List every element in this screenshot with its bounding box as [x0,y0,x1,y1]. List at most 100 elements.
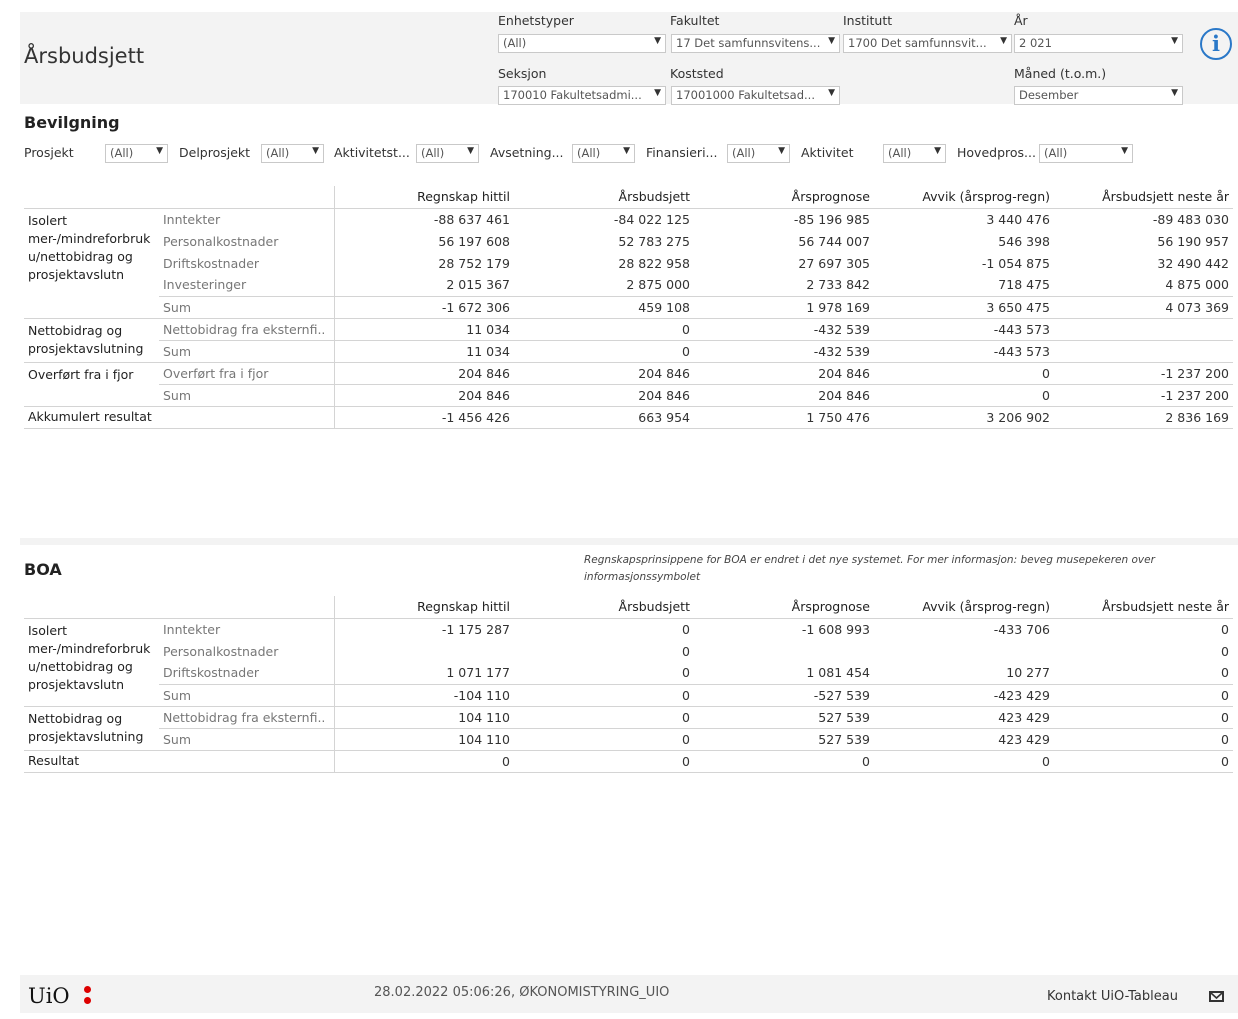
table-cell[interactable]: 0 [1054,662,1233,684]
table-cell[interactable]: 0 [514,617,694,640]
table-cell[interactable]: 0 [1054,683,1233,706]
table-cell[interactable]: 2 733 842 [694,274,874,296]
contact-link[interactable]: Kontakt UiO-Tableau [1047,989,1178,1004]
table-cell[interactable]: 56 190 957 [1054,230,1233,252]
maned-dropdown[interactable]: Desember ▼ [1014,86,1183,105]
table-cell[interactable]: 3 440 476 [874,207,1054,230]
table-cell[interactable]: 0 [694,749,874,773]
table-cell[interactable]: 2 836 169 [1054,405,1233,429]
table-cell[interactable]: 204 846 [333,361,514,384]
table-cell[interactable]: 423 429 [874,727,1054,750]
table-cell[interactable]: 0 [1054,749,1233,773]
table-cell[interactable]: 546 398 [874,230,1054,252]
table-cell[interactable] [333,640,514,662]
table-cell[interactable]: 11 034 [333,317,514,340]
table-cell[interactable]: 1 978 169 [694,295,874,318]
table-cell[interactable]: 0 [1054,640,1233,662]
table-cell[interactable]: 423 429 [874,705,1054,728]
column-header[interactable]: Årsbudsjett neste år [1054,596,1233,618]
table-cell[interactable]: 0 [1054,617,1233,640]
table-cell[interactable] [1054,317,1233,340]
seksjon-dropdown[interactable]: 170010 Fakultetsadmi... ▼ [498,86,666,105]
table-cell[interactable]: 1 750 476 [694,405,874,429]
table-cell[interactable]: -89 483 030 [1054,207,1233,230]
table-cell[interactable]: 527 539 [694,727,874,750]
table-cell[interactable]: 52 783 275 [514,230,694,252]
column-header[interactable]: Regnskap hittil [333,186,514,208]
table-cell[interactable]: 104 110 [333,705,514,728]
table-cell[interactable]: 0 [874,383,1054,406]
table-cell[interactable]: -84 022 125 [514,207,694,230]
table-cell[interactable] [1054,339,1233,362]
column-header[interactable]: Årsbudsjett [514,186,694,208]
table-cell[interactable]: -1 054 875 [874,252,1054,274]
table-cell[interactable]: -1 456 426 [333,405,514,429]
table-cell[interactable]: 56 197 608 [333,230,514,252]
table-cell[interactable]: 204 846 [694,361,874,384]
table-cell[interactable]: 1 071 177 [333,662,514,684]
table-cell[interactable]: 4 875 000 [1054,274,1233,296]
table-cell[interactable]: 663 954 [514,405,694,429]
table-cell[interactable]: -1 237 200 [1054,383,1233,406]
table-cell[interactable]: -423 429 [874,683,1054,706]
mail-icon[interactable] [1209,991,1224,1002]
prosjekt-dropdown[interactable]: (All) ▼ [105,144,168,163]
table-cell[interactable]: -527 539 [694,683,874,706]
table-cell[interactable]: 0 [514,727,694,750]
column-header[interactable]: Årsprognose [694,596,874,618]
table-cell[interactable]: 0 [874,361,1054,384]
table-cell[interactable]: 11 034 [333,339,514,362]
table-cell[interactable]: 4 073 369 [1054,295,1233,318]
table-cell[interactable]: 28 752 179 [333,252,514,274]
column-header[interactable]: Årsbudsjett neste år [1054,186,1233,208]
table-cell[interactable]: -432 539 [694,317,874,340]
table-cell[interactable]: 28 822 958 [514,252,694,274]
table-cell[interactable]: 718 475 [874,274,1054,296]
table-cell[interactable]: 0 [514,749,694,773]
finansiering-dropdown[interactable]: (All) ▼ [727,144,790,163]
table-cell[interactable]: 459 108 [514,295,694,318]
table-cell[interactable]: 0 [514,683,694,706]
column-header[interactable]: Avvik (årsprog-regn) [874,596,1054,618]
table-cell[interactable]: 1 081 454 [694,662,874,684]
column-header[interactable]: Årsprognose [694,186,874,208]
avsetning-dropdown[interactable]: (All) ▼ [572,144,635,163]
table-cell[interactable]: 0 [333,749,514,773]
column-header[interactable]: Regnskap hittil [333,596,514,618]
table-cell[interactable]: -1 237 200 [1054,361,1233,384]
info-icon[interactable]: i [1200,28,1232,60]
koststed-dropdown[interactable]: 17001000 Fakultetsad... ▼ [671,86,840,105]
table-cell[interactable]: 0 [514,640,694,662]
table-cell[interactable] [874,640,1054,662]
table-cell[interactable]: 56 744 007 [694,230,874,252]
table-cell[interactable]: -104 110 [333,683,514,706]
table-cell[interactable]: 10 277 [874,662,1054,684]
table-cell[interactable]: -85 196 985 [694,207,874,230]
table-cell[interactable]: 204 846 [514,361,694,384]
table-cell[interactable]: 27 697 305 [694,252,874,274]
table-cell[interactable]: 204 846 [694,383,874,406]
table-cell[interactable]: -1 608 993 [694,617,874,640]
fakultet-dropdown[interactable]: 17 Det samfunnsvitens... ▼ [671,34,840,53]
table-cell[interactable]: 2 015 367 [333,274,514,296]
table-cell[interactable]: 0 [1054,727,1233,750]
table-cell[interactable]: -433 706 [874,617,1054,640]
table-cell[interactable]: 2 875 000 [514,274,694,296]
column-header[interactable]: Avvik (årsprog-regn) [874,186,1054,208]
table-cell[interactable]: 0 [514,339,694,362]
table-cell[interactable]: 0 [514,662,694,684]
table-cell[interactable]: 0 [514,705,694,728]
table-cell[interactable]: 0 [1054,705,1233,728]
table-cell[interactable]: -432 539 [694,339,874,362]
table-cell[interactable]: 3 206 902 [874,405,1054,429]
table-cell[interactable]: 104 110 [333,727,514,750]
table-cell[interactable]: 0 [874,749,1054,773]
table-cell[interactable]: 0 [514,317,694,340]
column-header[interactable]: Årsbudsjett [514,596,694,618]
table-cell[interactable]: -1 672 306 [333,295,514,318]
table-cell[interactable]: -443 573 [874,317,1054,340]
table-cell[interactable]: 204 846 [514,383,694,406]
ar-dropdown[interactable]: 2 021 ▼ [1014,34,1183,53]
table-cell[interactable]: -443 573 [874,339,1054,362]
table-cell[interactable] [694,640,874,662]
